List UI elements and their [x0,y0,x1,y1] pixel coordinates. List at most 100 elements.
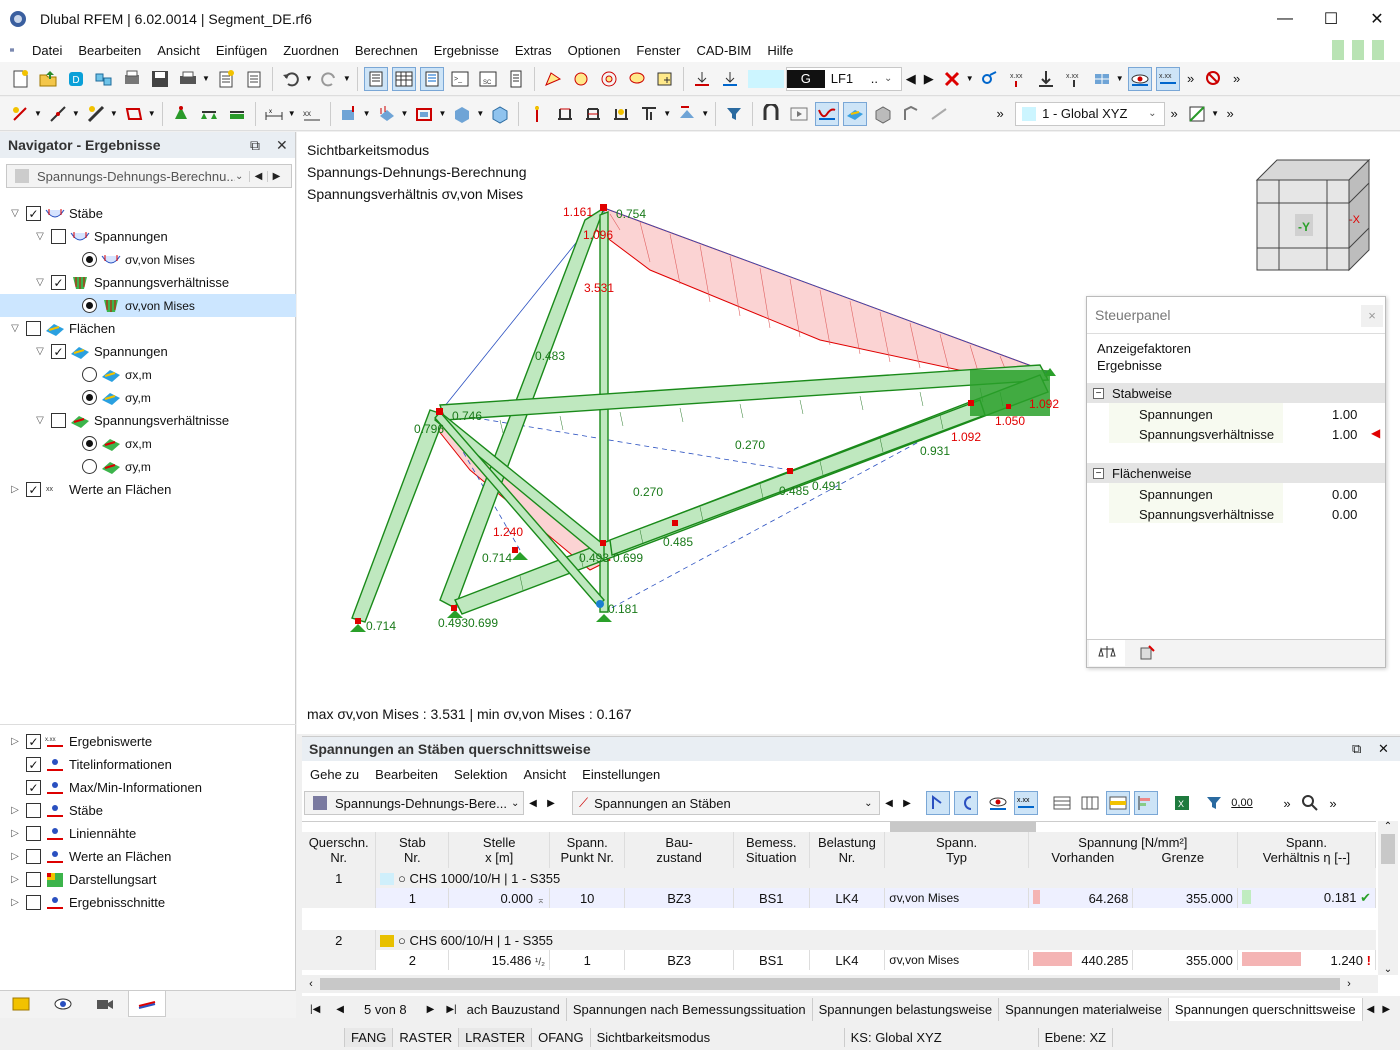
tree-item-darstellungsart[interactable]: ▷ Darstellungsart [0,868,296,891]
expand-icon[interactable]: ▷ [8,897,22,908]
dimension-icon[interactable]: x [262,102,286,126]
line-results-icon[interactable] [927,102,951,126]
menu-extras[interactable]: Extras [507,43,560,58]
status-fang[interactable]: FANG [344,1027,394,1047]
close-icon[interactable]: ✕ [1378,741,1389,757]
arrow-right-icon[interactable]: ▶ [922,67,936,91]
checkbox[interactable] [51,229,66,244]
analysis-combo[interactable]: Spannungs-Dehnungs-Bere... ⌄ [304,791,524,815]
tab-scroll-right-icon[interactable]: ▶ [1378,1004,1394,1015]
checkbox[interactable] [26,895,41,910]
member-load-icon[interactable] [375,102,399,126]
tree-item-ergebniswerte[interactable]: ▷ ✓ x.xx Ergebniswerte [0,730,296,753]
menu-bearbeiten[interactable]: Bearbeiten [70,43,149,58]
menu-datei[interactable]: Datei [24,43,70,58]
more-toolbar-4-icon[interactable]: » [1167,102,1181,126]
tree-item-spannungen[interactable]: ▽ Spannungen [0,225,296,248]
collapse-icon[interactable]: ▽ [8,323,22,334]
menu-fenster[interactable]: Fenster [628,43,688,58]
expand-icon[interactable]: ▷ [8,484,22,495]
group-flaechenweise[interactable]: − Flächenweise [1087,463,1385,483]
values-toggle-icon[interactable]: x.xx [1014,791,1038,815]
table-highlight-icon[interactable] [1106,791,1130,815]
tree-item-liniennaehte[interactable]: ▷ Liniennähte [0,822,296,845]
excel-export-icon[interactable]: X [1170,791,1194,815]
checkbox[interactable] [26,803,41,818]
factor-value-input[interactable]: 0.00 [1332,507,1357,522]
tree-item-maxmin[interactable]: ✓ Max/Min-Informationen [0,776,296,799]
collapse-icon[interactable]: ▽ [33,277,47,288]
table-row[interactable]: 2 15.486 ¹/₂ 1 BZ3 BS1 LK4 σv,von Mises … [302,950,1376,970]
arrow-left-icon[interactable]: ◀ [526,791,540,815]
filter-icon[interactable] [722,102,746,126]
status-raster[interactable]: RASTER [393,1027,460,1047]
pin-icon[interactable]: ⧉ [250,137,260,154]
table-menu-bearbeiten[interactable]: Bearbeiten [367,767,446,782]
select-polygon-icon[interactable] [541,67,565,91]
navigator-combo[interactable]: Spannungs-Dehnungs-Berechnu... ⌄ ◀ ▶ [6,164,292,188]
checkbox[interactable]: ✓ [51,344,66,359]
radio[interactable] [82,390,97,405]
select-target-icon[interactable] [597,67,621,91]
arrow-right-icon[interactable]: ▶ [900,791,914,815]
table-menu-selektion[interactable]: Selektion [446,767,515,782]
select-rotate-icon[interactable] [569,67,593,91]
more-toolbar-icon[interactable]: » [1184,67,1198,91]
close-icon[interactable]: ✕ [276,137,288,154]
results-tab-icon[interactable] [128,991,166,1017]
table-bars-icon[interactable] [1134,791,1158,815]
maximize-button[interactable]: ☐ [1308,0,1354,38]
result-values-2-icon[interactable]: x.xx [1062,67,1086,91]
save-icon[interactable] [148,67,172,91]
more-toolbar-2-icon[interactable]: » [1230,67,1244,91]
dlubal-center-icon[interactable]: D [64,67,88,91]
delete-results-icon[interactable] [940,67,964,91]
select-add-icon[interactable] [653,67,677,91]
checkbox[interactable] [26,321,41,336]
cube-load-icon[interactable] [488,102,512,126]
line-support-icon[interactable] [197,102,221,126]
surface-load-icon[interactable] [412,102,436,126]
prev-sheet-icon[interactable]: ◀ [328,1004,352,1015]
vertical-scrollbar[interactable]: ⌃ ⌄ [1378,821,1398,975]
table-type-combo[interactable]: ⟋ Spannungen an Stäben ⌄ [572,791,880,815]
expand-icon[interactable]: ▷ [8,851,22,862]
pin-icon[interactable]: ⧉ [1352,741,1361,757]
checkbox[interactable]: ✓ [26,734,41,749]
print-icon[interactable] [176,67,200,91]
collapse-icon[interactable]: ▽ [33,346,47,357]
horizontal-scrollbar[interactable]: ‹ › [302,975,1378,993]
checkbox[interactable]: ✓ [26,482,41,497]
status-lraster[interactable]: LRASTER [459,1027,533,1047]
solid-load-icon[interactable] [450,102,474,126]
view-result-icon[interactable] [986,791,1010,815]
tab-scroll-left-icon[interactable]: ◀ [1363,1004,1379,1015]
select-in-model-icon[interactable] [926,791,950,815]
result-mesh-icon[interactable] [1090,67,1114,91]
table-row[interactable]: 1 0.000 ⌅ 10 BZ3 BS1 LK4 σv,von Mises 64… [302,888,1376,908]
tree-item-sigma-y-2[interactable]: σy,m [0,455,296,478]
radio[interactable] [82,252,97,267]
table-menu-gehe-zu[interactable]: Gehe zu [302,767,367,782]
snow-load-icon[interactable] [637,102,661,126]
tables-toggle-icon[interactable] [391,66,416,91]
nodal-load-icon[interactable] [337,102,361,126]
factor-value-input[interactable]: 1.00 [1332,407,1357,422]
table-filter-icon[interactable] [1202,791,1226,815]
imperfection-icon[interactable] [525,102,549,126]
status-view-mode[interactable]: Sichtbarkeitsmodus [591,1027,845,1047]
result-diagrams-icon[interactable] [978,67,1002,91]
tab-materialweise[interactable]: Spannungen materialweise [999,997,1169,1021]
status-ofang[interactable]: OFANG [532,1027,591,1047]
report-icon[interactable] [214,67,238,91]
checkbox[interactable]: ✓ [26,206,41,221]
control-panel-close-button[interactable]: × [1361,305,1383,327]
properties-toggle-icon[interactable] [419,66,444,91]
data-tab-icon[interactable] [2,991,40,1017]
tab-bauzustand[interactable]: ach Bauzustand [461,997,567,1021]
tree-item-flaechen-verhaeltnisse[interactable]: ▽ Spannungsverhältnisse [0,409,296,432]
radio[interactable] [82,298,97,313]
combo-prev-button[interactable]: ◀ [249,170,267,182]
frame-imperfection-icon[interactable] [581,102,605,126]
new-member-icon[interactable] [84,102,108,126]
